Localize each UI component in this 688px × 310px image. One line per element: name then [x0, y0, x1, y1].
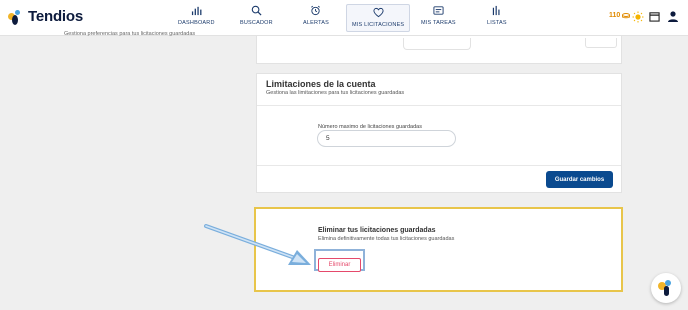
divider	[257, 165, 621, 166]
nav-mis-tareas[interactable]: MIS TAREAS	[421, 5, 456, 33]
tendios-logo-icon	[658, 280, 671, 296]
tendios-logo-icon	[8, 9, 24, 25]
heart-icon	[373, 7, 384, 18]
nav-mis-licitaciones-label: MIS LICITACIONES	[352, 22, 405, 28]
brand-name: Tendios	[28, 8, 83, 25]
delete-title: Eliminar tus licitaciones guardadas	[318, 227, 436, 234]
nav-alertas-label: ALERTAS	[303, 20, 329, 26]
calendar-icon[interactable]	[649, 11, 660, 22]
brand-logo[interactable]: Tendios	[8, 8, 83, 25]
task-board-icon	[433, 6, 444, 15]
limits-title: Limitaciones de la cuenta	[266, 79, 376, 89]
preferences-panel	[256, 36, 622, 64]
search-icon	[251, 5, 262, 16]
delete-button-highlight: Eliminar	[314, 249, 365, 272]
nav-alertas[interactable]: ALERTAS	[303, 5, 329, 33]
user-avatar-icon[interactable]	[667, 10, 679, 23]
account-limits-panel: Limitaciones de la cuenta Gestiona las l…	[256, 73, 622, 193]
preferences-input[interactable]	[403, 38, 471, 50]
nav-mis-licitaciones[interactable]: MIS LICITACIONES	[346, 4, 411, 32]
max-saved-input[interactable]: 5	[317, 130, 456, 147]
coin-stack-icon	[622, 12, 631, 18]
preferences-button[interactable]	[585, 38, 617, 48]
divider	[257, 105, 621, 106]
nav-dashboard-label: DASHBOARD	[178, 20, 215, 26]
alarm-clock-icon	[311, 5, 321, 16]
sun-icon[interactable]	[632, 11, 644, 23]
preferences-subtitle: Gestiona preferencias para tus licitacio…	[64, 31, 196, 37]
list-bars-icon	[493, 5, 500, 16]
nav-buscador[interactable]: BUSCADOR	[240, 5, 273, 33]
nav-mis-tareas-label: MIS TAREAS	[421, 20, 456, 26]
nav-dashboard[interactable]: DASHBOARD	[178, 5, 215, 33]
limits-subtitle: Gestiona las limitaciones para tus licit…	[266, 90, 405, 96]
credits-value: 110	[609, 12, 621, 19]
pointer-arrow-icon	[204, 224, 311, 265]
credits-counter[interactable]: 110	[609, 12, 631, 19]
save-changes-button[interactable]: Guardar cambios	[546, 171, 613, 188]
delete-subtitle: Elimina definitivamente todas tus licita…	[318, 236, 455, 242]
chat-widget-button[interactable]	[651, 273, 681, 303]
bar-chart-icon	[191, 6, 202, 16]
nav-listas[interactable]: LISTAS	[487, 5, 507, 33]
nav-listas-label: LISTAS	[487, 20, 507, 26]
delete-button[interactable]: Eliminar	[318, 258, 361, 272]
nav-buscador-label: BUSCADOR	[240, 20, 273, 26]
